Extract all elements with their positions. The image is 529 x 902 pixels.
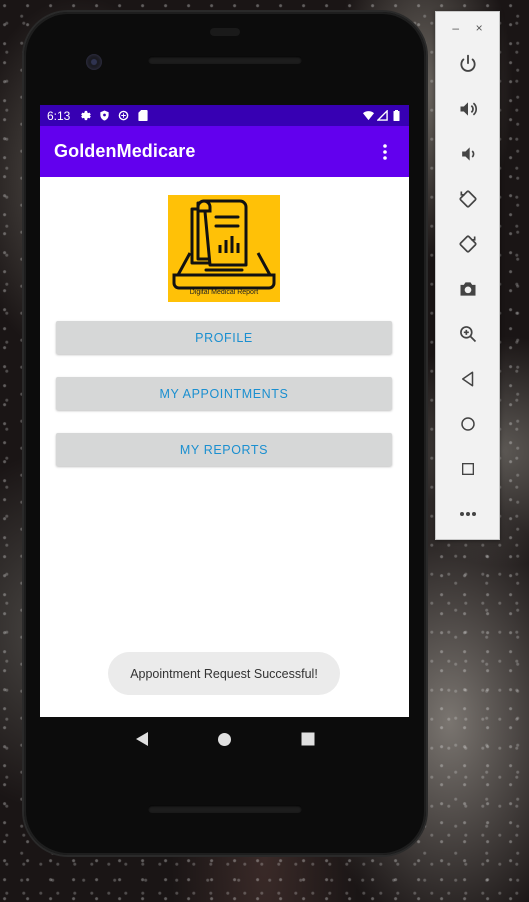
battery-icon	[391, 110, 402, 121]
bottom-speaker	[148, 805, 302, 813]
back-icon[interactable]	[456, 367, 480, 391]
profile-button[interactable]: PROFILE	[56, 321, 392, 354]
rotate-left-icon[interactable]	[456, 187, 480, 211]
home-icon[interactable]	[211, 725, 239, 753]
toast-message: Appointment Request Successful!	[108, 652, 340, 695]
top-speaker	[148, 56, 302, 64]
top-slot	[210, 28, 240, 36]
my-reports-button[interactable]: MY REPORTS	[56, 433, 392, 466]
rotate-right-icon[interactable]	[456, 232, 480, 256]
app-logo: Digital Medical Report	[168, 195, 280, 302]
shield-icon	[99, 110, 110, 121]
my-appointments-button[interactable]: MY APPOINTMENTS	[56, 377, 392, 410]
close-button[interactable]: ×	[476, 21, 483, 35]
sd-card-icon	[137, 110, 148, 121]
signal-icon	[377, 110, 388, 121]
emulator-window-controls: – ×	[436, 12, 499, 44]
status-notification-icons	[80, 110, 148, 121]
more-icon[interactable]	[456, 502, 480, 526]
volume-up-icon[interactable]	[456, 97, 480, 121]
settings-icon	[80, 110, 92, 121]
app-title: GoldenMedicare	[54, 141, 196, 161]
status-bar: 6:13	[40, 105, 409, 126]
front-camera	[86, 54, 102, 70]
recents-icon[interactable]	[294, 725, 322, 753]
zoom-icon[interactable]	[456, 322, 480, 346]
status-time: 6:13	[47, 108, 71, 123]
wifi-icon	[363, 110, 374, 121]
home-icon[interactable]	[456, 412, 480, 436]
overview-icon[interactable]	[456, 457, 480, 481]
data-saver-icon	[118, 110, 129, 121]
volume-down-icon[interactable]	[456, 142, 480, 166]
status-system-icons	[363, 110, 402, 121]
back-icon[interactable]	[128, 725, 156, 753]
emulator-toolbar: – ×	[435, 11, 500, 540]
power-icon[interactable]	[456, 52, 480, 76]
logo-caption: Digital Medical Report	[189, 289, 259, 296]
app-bar: GoldenMedicare	[40, 126, 409, 177]
more-vert-icon[interactable]	[375, 140, 395, 164]
android-nav-bar	[40, 717, 409, 761]
device-screen: 6:13 GoldenMedicare Digital Medical Repo…	[40, 105, 409, 717]
minimize-button[interactable]: –	[452, 21, 459, 35]
screenshot-icon[interactable]	[456, 277, 480, 301]
medical-report-icon	[172, 199, 276, 290]
